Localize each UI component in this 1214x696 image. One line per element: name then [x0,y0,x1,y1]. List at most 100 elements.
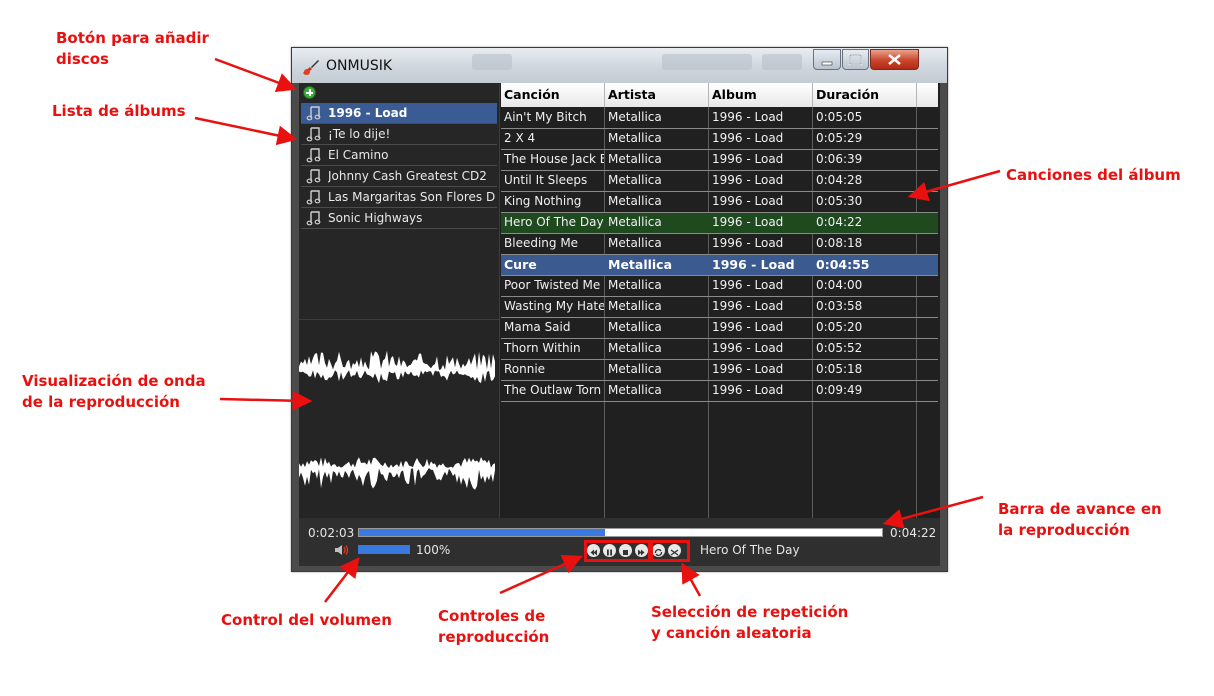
song-title-cell: Until It Sleeps [504,173,588,187]
album-item[interactable]: Las Margaritas Son Flores Del [301,187,497,208]
guitar-icon [303,60,319,75]
duration-cell: 0:04:28 [816,173,863,187]
album-cell: 1996 - Load [712,110,784,124]
highlight-repeat-shuffle [650,540,690,562]
column-header-duration[interactable]: Duración [813,83,917,107]
background-blur [662,54,752,70]
album-item[interactable]: Sonic Highways [301,208,497,229]
volume-percent: 100% [416,543,451,557]
songs-table: Canción Artista Album Duración Ain't My … [501,83,938,518]
song-title-cell: Cure [504,257,537,272]
song-title-cell: Hero Of The Day [504,215,604,229]
close-button[interactable] [870,49,919,70]
table-row[interactable]: Cure Metallica 1996 - Load 0:04:55 [501,255,938,276]
table-header: Canción Artista Album Duración [501,83,938,107]
background-blur [472,54,512,70]
table-row[interactable]: Poor Twisted Me Metallica 1996 - Load 0:04:… [501,276,938,297]
music-note-icon [306,169,321,184]
table-row[interactable]: Until It Sleeps Metallica 1996 - Load 0:04:… [501,171,938,192]
song-title-cell: Thorn Within [504,341,581,355]
duration-cell: 0:08:18 [816,236,863,250]
annotation-volume: Control del volumen [221,611,392,629]
album-cell: 1996 - Load [712,278,784,292]
title-bar[interactable]: ONMUSIK [292,48,947,83]
table-row[interactable]: Ronnie Metallica 1996 - Load 0:05:18 [501,360,938,381]
album-cell: 1996 - Load [712,362,784,376]
duration-cell: 0:03:58 [816,299,863,313]
artist-cell: Metallica [608,152,662,166]
arrow-add-discs [214,57,298,92]
total-time: 0:04:22 [890,526,937,540]
song-title-cell: King Nothing [504,194,582,208]
volume-slider[interactable] [358,545,410,554]
table-row[interactable]: Thorn Within Metallica 1996 - Load 0:05:52 [501,339,938,360]
client-area: 1996 - Load ¡Te lo dije! El Camino Johnny C… [299,83,940,566]
annotation-repeat: Selección de repetición y canción aleato… [651,603,849,642]
song-title-cell: Wasting My Hate [504,299,604,313]
close-icon [888,53,901,66]
song-title-cell: Bleeding Me [504,236,579,250]
table-row[interactable]: Ain't My Bitch Metallica 1996 - Load 0:05:0… [501,108,938,129]
album-cell: 1996 - Load [712,236,784,250]
album-cell: 1996 - Load [712,320,784,334]
table-row[interactable]: The House Jack B Metallica 1996 - Load 0:06… [501,150,938,171]
table-row[interactable]: Wasting My Hate Metallica 1996 - Load 0:03:… [501,297,938,318]
table-row[interactable]: Mama Said Metallica 1996 - Load 0:05:20 [501,318,938,339]
album-cell: 1996 - Load [712,194,784,208]
artist-cell: Metallica [608,194,662,208]
maximize-button[interactable] [842,49,869,70]
arrow-repeat [681,562,702,597]
duration-cell: 0:04:55 [816,257,870,272]
artist-cell: Metallica [608,110,662,124]
song-title-cell: The House Jack B [504,152,604,166]
table-row[interactable]: King Nothing Metallica 1996 - Load 0:05:30 [501,192,938,213]
artist-cell: Metallica [608,278,662,292]
annotation-playback: Controles de reproducción [438,607,550,646]
annotation-waveform: Visualización de onda de la reproducción [22,372,206,411]
waveform-channel-right [299,457,495,490]
duration-cell: 0:05:29 [816,131,863,145]
progress-bar[interactable] [358,528,883,537]
maximize-icon [849,54,862,65]
column-header-artist[interactable]: Artista [605,83,709,107]
artist-cell: Metallica [608,236,662,250]
music-note-icon [306,127,321,142]
table-row[interactable]: The Outlaw Torn Metallica 1996 - Load 0:09:… [501,381,938,402]
artist-cell: Metallica [608,215,662,229]
album-label: El Camino [328,148,389,162]
table-row[interactable]: Hero Of The Day Metallica 1996 - Load 0:04:… [501,213,938,234]
duration-cell: 0:05:18 [816,362,863,376]
album-list: 1996 - Load ¡Te lo dije! El Camino Johnny C… [301,103,497,229]
duration-cell: 0:06:39 [816,152,863,166]
artist-cell: Metallica [608,173,662,187]
annotation-album-list: Lista de álbums [52,102,186,120]
duration-cell: 0:05:52 [816,341,863,355]
music-note-icon [306,211,321,226]
app-window: ONMUSIK 1996 - Load ¡Te lo dije! El Camino… [291,47,948,572]
table-row[interactable]: Bleeding Me Metallica 1996 - Load 0:08:18 [501,234,938,255]
album-cell: 1996 - Load [712,299,784,313]
column-header-song[interactable]: Canción [501,83,605,107]
duration-cell: 0:04:22 [816,215,863,229]
album-cell: 1996 - Load [712,131,784,145]
artist-cell: Metallica [608,341,662,355]
music-note-icon [306,190,321,205]
song-title-cell: Ain't My Bitch [504,110,587,124]
artist-cell: Metallica [608,362,662,376]
minimize-button[interactable] [813,49,841,70]
album-item[interactable]: ¡Te lo dije! [301,124,497,145]
album-label: Johnny Cash Greatest CD2 [328,169,487,183]
album-item[interactable]: El Camino [301,145,497,166]
speaker-icon[interactable] [334,544,350,556]
album-item[interactable]: 1996 - Load [301,103,497,124]
now-playing-title: Hero Of The Day [700,543,800,557]
duration-cell: 0:09:49 [816,383,863,397]
album-label: Las Margaritas Son Flores Del [328,190,496,204]
album-item[interactable]: Johnny Cash Greatest CD2 [301,166,497,187]
column-header-album[interactable]: Album [709,83,813,107]
song-title-cell: Poor Twisted Me [504,278,601,292]
waveform-channel-left [299,350,495,384]
table-row[interactable]: 2 X 4 Metallica 1996 - Load 0:05:29 [501,129,938,150]
add-album-button[interactable] [303,86,316,99]
background-blur [762,54,802,70]
